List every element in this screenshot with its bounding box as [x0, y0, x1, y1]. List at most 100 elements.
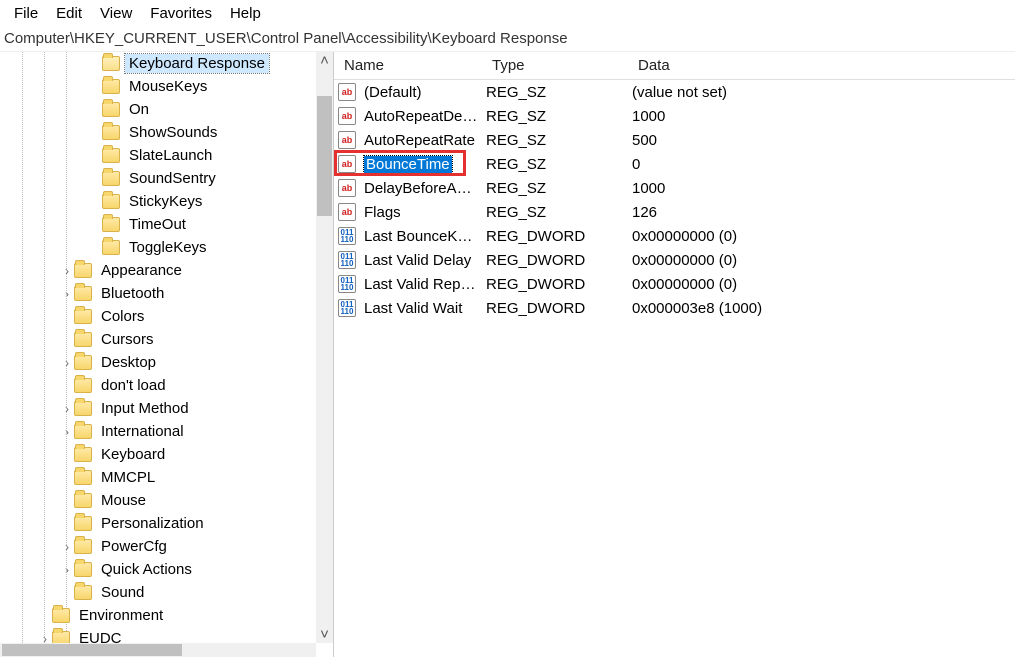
expander-icon[interactable]: ›: [60, 540, 74, 554]
address-bar[interactable]: Computer\HKEY_CURRENT_USER\Control Panel…: [0, 26, 1015, 52]
tree-label[interactable]: Bluetooth: [97, 284, 168, 303]
tree-label[interactable]: Personalization: [97, 514, 208, 533]
tree-item[interactable]: › EUDC: [0, 627, 316, 643]
tree-item[interactable]: ›MMCPL: [0, 466, 316, 489]
menu-item-edit[interactable]: Edit: [48, 4, 90, 23]
scroll-up-icon[interactable]: ˄: [316, 52, 333, 69]
tree-label[interactable]: StickyKeys: [125, 192, 206, 211]
tree-label[interactable]: Mouse: [97, 491, 150, 510]
expander-icon[interactable]: ›: [60, 425, 74, 439]
tree-item[interactable]: ›Mouse: [0, 489, 316, 512]
menu-item-favorites[interactable]: Favorites: [142, 4, 220, 23]
tree-label[interactable]: Desktop: [97, 353, 160, 372]
tree-item[interactable]: ›StickyKeys: [0, 190, 316, 213]
value-name[interactable]: Last Valid Wait: [360, 299, 482, 318]
list-row[interactable]: abDelayBeforeAcc...REG_SZ1000: [334, 176, 1015, 200]
tree-vertical-scrollbar[interactable]: ˄ ˅: [316, 52, 333, 643]
list-row[interactable]: abFlagsREG_SZ126: [334, 200, 1015, 224]
tree-label[interactable]: Input Method: [97, 399, 193, 418]
expander-icon[interactable]: ›: [60, 563, 74, 577]
menu-item-view[interactable]: View: [92, 4, 140, 23]
list-row[interactable]: abAutoRepeatRateREG_SZ500: [334, 128, 1015, 152]
tree-label[interactable]: Keyboard: [97, 445, 169, 464]
tree-label[interactable]: Sound: [97, 583, 148, 602]
column-header-data[interactable]: Data: [632, 53, 1015, 78]
tree-item[interactable]: › Input Method: [0, 397, 316, 420]
value-name[interactable]: Last BounceKey ...: [360, 227, 482, 246]
tree-item[interactable]: ›SoundSentry: [0, 167, 316, 190]
scroll-thumb[interactable]: [317, 96, 332, 216]
tree-item[interactable]: › Quick Actions: [0, 558, 316, 581]
tree-label[interactable]: Cursors: [97, 330, 158, 349]
list-row[interactable]: ab(Default)REG_SZ(value not set): [334, 80, 1015, 104]
tree-item[interactable]: › PowerCfg: [0, 535, 316, 558]
expander-icon[interactable]: ›: [60, 287, 74, 301]
tree-item[interactable]: › Bluetooth: [0, 282, 316, 305]
tree-label[interactable]: International: [97, 422, 188, 441]
expander-icon[interactable]: ›: [38, 632, 52, 644]
expander-icon[interactable]: ›: [60, 356, 74, 370]
tree-item[interactable]: ›TimeOut: [0, 213, 316, 236]
list-row[interactable]: 011110Last Valid DelayREG_DWORD0x0000000…: [334, 248, 1015, 272]
list-row[interactable]: abBounceTimeREG_SZ0: [334, 152, 1015, 176]
list-row[interactable]: abAutoRepeatDelayREG_SZ1000: [334, 104, 1015, 128]
tree-horizontal-scrollbar[interactable]: [0, 643, 316, 657]
tree-label[interactable]: SoundSentry: [125, 169, 220, 188]
hscroll-thumb[interactable]: [2, 644, 182, 656]
tree-label[interactable]: ToggleKeys: [125, 238, 211, 257]
tree-label[interactable]: TimeOut: [125, 215, 190, 234]
folder-icon: [74, 470, 92, 485]
tree-label[interactable]: EUDC: [75, 629, 126, 643]
value-name[interactable]: Last Valid Repeat: [360, 275, 482, 294]
expander-icon[interactable]: ›: [60, 264, 74, 278]
tree-item[interactable]: › Appearance: [0, 259, 316, 282]
tree-item[interactable]: › Desktop: [0, 351, 316, 374]
value-name[interactable]: DelayBeforeAcc...: [360, 179, 482, 198]
tree-item[interactable]: ›ShowSounds: [0, 121, 316, 144]
tree-item[interactable]: ›Sound: [0, 581, 316, 604]
list-header[interactable]: Name Type Data: [334, 52, 1015, 80]
value-name[interactable]: Last Valid Delay: [360, 251, 482, 270]
tree-label[interactable]: Appearance: [97, 261, 186, 280]
tree-label[interactable]: Colors: [97, 307, 148, 326]
tree-item[interactable]: ›Cursors: [0, 328, 316, 351]
tree-label[interactable]: Environment: [75, 606, 167, 625]
column-header-name[interactable]: Name: [338, 53, 486, 78]
value-name[interactable]: BounceTime: [360, 155, 482, 174]
tree-label[interactable]: MouseKeys: [125, 77, 211, 96]
tree-item[interactable]: ›SlateLaunch: [0, 144, 316, 167]
menu-item-file[interactable]: File: [6, 4, 46, 23]
tree-item[interactable]: ›On: [0, 98, 316, 121]
tree-label[interactable]: PowerCfg: [97, 537, 171, 556]
list-row[interactable]: 011110Last BounceKey ...REG_DWORD0x00000…: [334, 224, 1015, 248]
tree-label[interactable]: On: [125, 100, 153, 119]
tree-item[interactable]: ›don't load: [0, 374, 316, 397]
tree-item[interactable]: ›Keyboard: [0, 443, 316, 466]
list-row[interactable]: 011110Last Valid RepeatREG_DWORD0x000000…: [334, 272, 1015, 296]
tree-label[interactable]: SlateLaunch: [125, 146, 216, 165]
value-name[interactable]: AutoRepeatRate: [360, 131, 482, 150]
tree-label[interactable]: MMCPL: [97, 468, 159, 487]
tree-item[interactable]: ›Personalization: [0, 512, 316, 535]
scroll-down-icon[interactable]: ˅: [316, 626, 333, 643]
value-name[interactable]: Flags: [360, 203, 482, 222]
tree-item[interactable]: ›Keyboard Response: [0, 52, 316, 75]
list-row[interactable]: 011110Last Valid WaitREG_DWORD0x000003e8…: [334, 296, 1015, 320]
column-header-type[interactable]: Type: [486, 53, 632, 78]
tree-label[interactable]: don't load: [97, 376, 170, 395]
tree-item[interactable]: ›ToggleKeys: [0, 236, 316, 259]
tree-label[interactable]: Keyboard Response: [125, 54, 269, 73]
expander-icon[interactable]: ›: [60, 402, 74, 416]
tree-label[interactable]: Quick Actions: [97, 560, 196, 579]
menu-item-help[interactable]: Help: [222, 4, 269, 23]
tree-item[interactable]: ›MouseKeys: [0, 75, 316, 98]
value-name[interactable]: AutoRepeatDelay: [360, 107, 482, 126]
list-rows[interactable]: ab(Default)REG_SZ(value not set)abAutoRe…: [334, 80, 1015, 320]
value-name[interactable]: (Default): [360, 83, 482, 102]
tree-item[interactable]: ›Colors: [0, 305, 316, 328]
tree-label[interactable]: ShowSounds: [125, 123, 221, 142]
value-data: 1000: [628, 179, 1015, 198]
tree-item[interactable]: › International: [0, 420, 316, 443]
tree-body[interactable]: ›Keyboard Response›MouseKeys›On›ShowSoun…: [0, 52, 316, 643]
tree-item[interactable]: ›Environment: [0, 604, 316, 627]
